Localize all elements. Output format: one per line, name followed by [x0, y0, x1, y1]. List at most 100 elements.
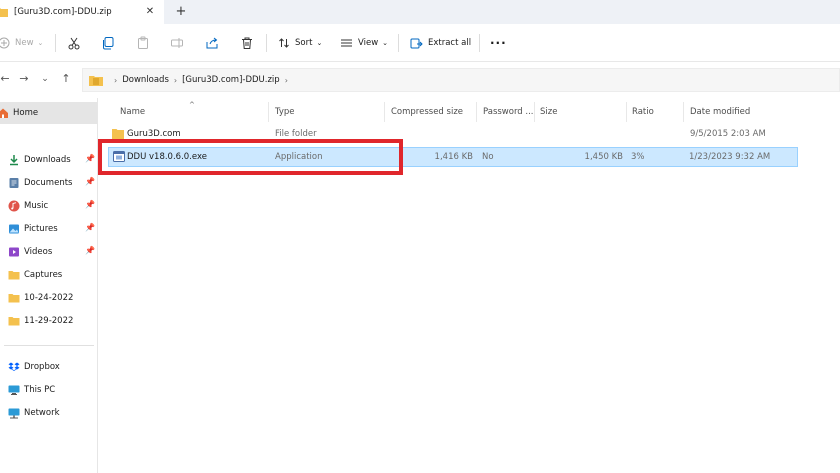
folder-icon — [0, 8, 8, 17]
pin-icon[interactable]: 📌 — [85, 200, 95, 210]
up-arrow-icon[interactable]: ↑ — [59, 72, 73, 86]
column-header-compressed-size[interactable]: Compressed size — [386, 101, 476, 123]
breadcrumb-downloads[interactable]: Downloads — [122, 75, 169, 85]
extract-all-button[interactable]: Extract all — [410, 34, 471, 52]
close-icon[interactable]: ✕ — [144, 6, 156, 18]
sort-label: Sort — [295, 38, 313, 48]
sidebar-item-documents[interactable]: Documents 📌 — [0, 173, 97, 193]
tab-zip-archive[interactable]: [Guru3D.com]-DDU.zip ✕ — [0, 0, 164, 24]
delete-button[interactable] — [240, 34, 254, 52]
sidebar-item-label: Music — [24, 201, 49, 211]
new-tab-button[interactable]: + — [174, 5, 188, 19]
sidebar-item-label: Pictures — [24, 224, 58, 234]
breadcrumb-separator-icon: › — [173, 75, 178, 85]
share-button[interactable] — [205, 34, 219, 52]
column-header-label: Type — [275, 107, 295, 117]
breadcrumb-separator-icon: › — [284, 75, 288, 85]
view-icon — [341, 39, 352, 47]
view-label: View — [358, 38, 379, 48]
rename-icon — [171, 38, 183, 48]
column-divider[interactable] — [683, 102, 684, 122]
paste-button[interactable] — [136, 34, 150, 52]
column-header-name[interactable]: Name ^ — [115, 101, 273, 123]
address-bar: ← → ⌄ ↑ › Downloads › [Guru3D.com]-DDU.z… — [0, 66, 840, 94]
navigation-pane: Home Downloads 📌 Documents 📌 Music 📌 Pic… — [0, 98, 98, 473]
sidebar-item-label: Dropbox — [24, 362, 60, 372]
sidebar-item-10-24-2022[interactable]: 10-24-2022 — [0, 288, 97, 308]
column-header-label: Password ... — [483, 107, 534, 117]
column-divider[interactable] — [384, 102, 385, 122]
chevron-down-icon: ⌄ — [382, 39, 389, 47]
copy-button[interactable] — [101, 34, 115, 52]
cut-button[interactable] — [67, 34, 81, 52]
copy-icon — [103, 37, 114, 50]
file-ratio: 3% — [631, 152, 645, 162]
sidebar-item-home[interactable]: Home — [0, 102, 97, 124]
file-compressed-size: 1,416 KB — [434, 152, 473, 162]
view-button[interactable]: View ⌄ — [340, 34, 388, 52]
file-date: 9/5/2015 2:03 AM — [690, 129, 766, 139]
sidebar-item-music[interactable]: Music 📌 — [0, 196, 97, 216]
column-divider[interactable] — [268, 102, 269, 122]
sidebar-item-label: This PC — [24, 385, 56, 395]
tab-title: [Guru3D.com]-DDU.zip — [14, 7, 112, 17]
back-arrow-icon[interactable]: ← — [0, 72, 12, 86]
extract-icon — [410, 38, 423, 48]
sidebar-item-label: Downloads — [24, 155, 71, 165]
chevron-down-icon[interactable]: ⌄ — [38, 72, 52, 86]
file-date: 1/23/2023 9:32 AM — [689, 152, 771, 162]
document-icon — [9, 178, 19, 188]
column-header-date-modified[interactable]: Date modified — [685, 101, 795, 123]
videos-icon — [9, 247, 19, 257]
scissors-icon — [68, 37, 80, 50]
breadcrumb-zip[interactable]: [Guru3D.com]-DDU.zip — [182, 75, 280, 85]
new-button[interactable]: New ⌄ — [0, 34, 43, 52]
column-header-size[interactable]: Size — [535, 101, 627, 123]
chevron-down-icon: ⌄ — [37, 39, 44, 47]
toolbar-divider — [398, 34, 399, 52]
breadcrumb[interactable]: › Downloads › [Guru3D.com]-DDU.zip › — [82, 68, 840, 92]
pin-icon[interactable]: 📌 — [85, 154, 95, 164]
sidebar-item-11-29-2022[interactable]: 11-29-2022 — [0, 311, 97, 331]
breadcrumb-separator-icon: › — [114, 75, 118, 85]
column-header-label: Compressed size — [391, 107, 464, 117]
rename-button[interactable] — [170, 34, 184, 52]
sidebar-item-pictures[interactable]: Pictures 📌 — [0, 219, 97, 239]
paste-icon — [138, 36, 148, 49]
sidebar-item-this-pc[interactable]: This PC — [0, 380, 97, 400]
toolbar-divider — [479, 34, 480, 52]
plus-circle-icon — [0, 37, 10, 49]
column-header-password[interactable]: Password ... — [478, 101, 535, 123]
home-icon — [0, 108, 8, 118]
more-options-button[interactable]: ··· — [490, 34, 507, 52]
sidebar-item-downloads[interactable]: Downloads 📌 — [0, 150, 97, 170]
sidebar-item-captures[interactable]: Captures — [0, 265, 97, 285]
dropbox-icon — [8, 362, 20, 371]
command-bar: New ⌄ Sort ⌄ View ⌄ Extract all ··· — [0, 24, 840, 62]
sort-icon — [279, 38, 289, 48]
share-icon — [206, 37, 218, 49]
sort-button[interactable]: Sort ⌄ — [278, 34, 322, 52]
sidebar-item-videos[interactable]: Videos 📌 — [0, 242, 97, 262]
pin-icon[interactable]: 📌 — [85, 177, 95, 187]
music-icon — [8, 200, 20, 212]
column-header-label: Date modified — [690, 107, 751, 117]
column-header-label: Name — [120, 107, 146, 117]
forward-arrow-icon[interactable]: → — [17, 72, 31, 86]
trash-icon — [242, 37, 252, 49]
column-divider[interactable] — [476, 102, 477, 122]
folder-icon — [8, 271, 20, 280]
sidebar-item-label: Network — [24, 408, 60, 418]
pin-icon[interactable]: 📌 — [85, 223, 95, 233]
column-header-label: Size — [540, 107, 558, 117]
sidebar-item-network[interactable]: Network — [0, 403, 97, 423]
sidebar-divider — [4, 345, 94, 346]
column-header-type[interactable]: Type — [270, 101, 385, 123]
folder-icon — [8, 317, 20, 326]
sidebar-item-dropbox[interactable]: Dropbox — [0, 357, 97, 377]
pin-icon[interactable]: 📌 — [85, 246, 95, 256]
file-password: No — [482, 152, 494, 162]
folder-icon — [89, 75, 103, 86]
pictures-icon — [9, 224, 19, 234]
column-header-ratio[interactable]: Ratio — [627, 101, 683, 123]
